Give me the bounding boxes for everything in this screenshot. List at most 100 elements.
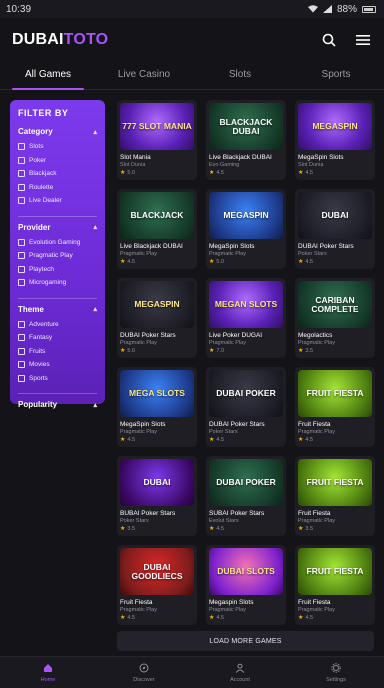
filter-option[interactable]: Fruits	[18, 345, 97, 359]
game-thumbnail[interactable]: MEGA SLOTS	[120, 370, 194, 417]
filter-section-header[interactable]: Theme ▴	[18, 305, 97, 314]
game-card[interactable]: MEGASPIN MegaSpin Slots Slot Dunia ★ 4.5	[295, 100, 375, 180]
game-card[interactable]: BLACKJACK Live Blackjack DUBAI Pragmatic P…	[117, 189, 197, 269]
game-thumbnail[interactable]: DUBAI POKER	[209, 370, 283, 417]
filter-checkbox[interactable]	[18, 238, 25, 246]
filter-option[interactable]: Roulette	[18, 181, 97, 195]
game-card[interactable]: MEGAN SLOTS Live Poker DUGAI Pragmatic Pla…	[206, 278, 286, 358]
game-provider: Slot Dunia	[298, 162, 324, 168]
game-provider: Pragmatic Play	[120, 607, 157, 613]
filter-option[interactable]: Live Dealer	[18, 194, 97, 208]
filter-option[interactable]: Movies	[18, 358, 97, 372]
star-icon: ★	[298, 170, 304, 176]
filter-option[interactable]: Adventure	[18, 318, 97, 332]
game-thumbnail[interactable]: MEGASPIN	[120, 281, 194, 328]
game-thumbnail[interactable]: FRUIT FIESTA	[298, 548, 372, 595]
filter-option[interactable]: Slots	[18, 140, 97, 154]
game-title: DUBAI Poker Stars	[209, 421, 265, 428]
search-icon[interactable]	[320, 31, 338, 49]
game-thumbnail[interactable]: MEGAN SLOTS	[209, 281, 283, 328]
chevron-up-icon[interactable]: ▴	[93, 128, 97, 136]
nav-label: Home	[40, 676, 56, 683]
filter-option[interactable]: Microgaming	[18, 276, 97, 290]
game-provider: Poker Stars	[298, 251, 327, 257]
game-card[interactable]: FRUIT FIESTA Fruit Fiesta Pragmatic Play ★ 4…	[295, 367, 375, 447]
filter-option[interactable]: Playtech	[18, 263, 97, 277]
game-thumbnail[interactable]: DUBAI	[298, 192, 372, 239]
filter-option[interactable]: Fantasy	[18, 331, 97, 345]
nav-item-account[interactable]: Account	[192, 657, 288, 688]
filter-checkbox[interactable]	[18, 197, 25, 205]
filter-divider	[18, 297, 97, 299]
game-thumbnail[interactable]: MEGASPIN	[298, 103, 372, 150]
filter-checkbox[interactable]	[18, 374, 25, 382]
game-card[interactable]: FRUIT FIESTA Fruit Fiesta Pragmatic Play ★ 4…	[295, 545, 375, 625]
filter-option[interactable]: Blackjack	[18, 167, 97, 181]
game-thumbnail[interactable]: 777 SLOT MANIA	[120, 103, 194, 150]
game-card[interactable]: DUBAI DUBAI Poker Stars Poker Stars ★ 4.5	[295, 189, 375, 269]
game-card[interactable]: MEGASPIN MegaSpin Slots Pragmatic Play ★ 5.0	[206, 189, 286, 269]
chevron-up-icon[interactable]: ▴	[93, 401, 97, 409]
game-card[interactable]: MEGASPIN DUBAI Poker Stars Pragmatic Play ★…	[117, 278, 197, 358]
tab-slots[interactable]: Slots	[192, 62, 288, 89]
load-more-button[interactable]: LOAD MORE GAMES	[117, 631, 374, 651]
filter-checkbox[interactable]	[18, 252, 25, 260]
filter-checkbox[interactable]	[18, 143, 25, 151]
game-thumbnail[interactable]: FRUIT FIESTA	[298, 459, 372, 506]
filter-checkbox[interactable]	[18, 320, 25, 328]
filter-checkbox[interactable]	[18, 334, 25, 342]
tab-sports[interactable]: Sports	[288, 62, 384, 89]
filter-option-label: Live Dealer	[29, 197, 62, 205]
tab-all-games[interactable]: All Games	[0, 62, 96, 90]
filter-checkbox[interactable]	[18, 265, 25, 273]
game-card[interactable]: DUBAI POKER SUBAI Poker Stars Evolut Stars…	[206, 456, 286, 536]
game-thumbnail[interactable]: DUBAI	[120, 459, 194, 506]
filter-checkbox[interactable]	[18, 279, 25, 287]
filter-checkbox[interactable]	[18, 170, 25, 178]
game-card[interactable]: BLACKJACK DUBAI Live Blackjack DUBAI Evo G…	[206, 100, 286, 180]
filter-checkbox[interactable]	[18, 361, 25, 369]
filter-section-header[interactable]: Category ▴	[18, 127, 97, 136]
chevron-up-icon[interactable]: ▴	[93, 305, 97, 313]
nav-label: Settings	[326, 676, 346, 683]
game-thumbnail[interactable]: BLACKJACK	[120, 192, 194, 239]
game-card[interactable]: DUBAI BUBAI Poker Stars Poker Stars ★ 3.5	[117, 456, 197, 536]
filter-option[interactable]: Sports	[18, 372, 97, 386]
game-thumbnail-title: MEGAN SLOTS	[214, 299, 278, 310]
filter-section-title: Popularity	[18, 400, 58, 409]
nav-item-home[interactable]: Home	[0, 657, 96, 688]
game-title: BUBAI Poker Stars	[120, 510, 176, 517]
tab-live-casino[interactable]: Live Casino	[96, 62, 192, 89]
filter-checkbox[interactable]	[18, 183, 25, 191]
game-card[interactable]: DUBAI GOODLIECS Fruit Fiesta Pragmatic Pla…	[117, 545, 197, 625]
game-thumbnail[interactable]: DUBAI SLOTS	[209, 548, 283, 595]
chevron-up-icon[interactable]: ▴	[93, 223, 97, 231]
game-thumbnail[interactable]: MEGASPIN	[209, 192, 283, 239]
game-thumbnail[interactable]: CARIBAN COMPLETE	[298, 281, 372, 328]
filter-checkbox[interactable]	[18, 156, 25, 164]
star-icon: ★	[298, 259, 304, 265]
filter-section-header[interactable]: Popularity ▴	[18, 400, 97, 409]
filter-option[interactable]: Evolution Gaming	[18, 236, 97, 250]
menu-icon[interactable]	[354, 31, 372, 49]
game-card[interactable]: DUBAI SLOTS Megaspin Slots Pragmatic Play ★…	[206, 545, 286, 625]
filter-option[interactable]: Pragmatic Play	[18, 249, 97, 263]
game-thumbnail[interactable]: DUBAI POKER	[209, 459, 283, 506]
game-title: SUBAI Poker Stars	[209, 510, 265, 517]
game-card[interactable]: FRUIT FIESTA Fruit Fiesta Pragmatic Play ★ 3…	[295, 456, 375, 536]
game-card[interactable]: DUBAI POKER DUBAI Poker Stars Poker Stars ★…	[206, 367, 286, 447]
nav-item-discover[interactable]: Discover	[96, 657, 192, 688]
filter-option[interactable]: Poker	[18, 154, 97, 168]
star-icon: ★	[298, 348, 304, 354]
game-thumbnail[interactable]: FRUIT FIESTA	[298, 370, 372, 417]
game-card[interactable]: CARIBAN COMPLETE Megolactics Pragmatic Pla…	[295, 278, 375, 358]
filter-checkbox[interactable]	[18, 347, 25, 355]
game-card[interactable]: MEGA SLOTS MegaSpin Slots Pragmatic Play ★ 4…	[117, 367, 197, 447]
game-card[interactable]: 777 SLOT MANIA Slot Mania Slot Dunia ★ 5.0	[117, 100, 197, 180]
filter-section-header[interactable]: Provider ▴	[18, 223, 97, 232]
brand-logo[interactable]: DUBAITOTO	[12, 31, 108, 49]
game-thumbnail[interactable]: BLACKJACK DUBAI	[209, 103, 283, 150]
game-provider: Evolut Stars	[209, 518, 239, 524]
game-thumbnail[interactable]: DUBAI GOODLIECS	[120, 548, 194, 595]
nav-item-settings[interactable]: Settings	[288, 657, 384, 688]
